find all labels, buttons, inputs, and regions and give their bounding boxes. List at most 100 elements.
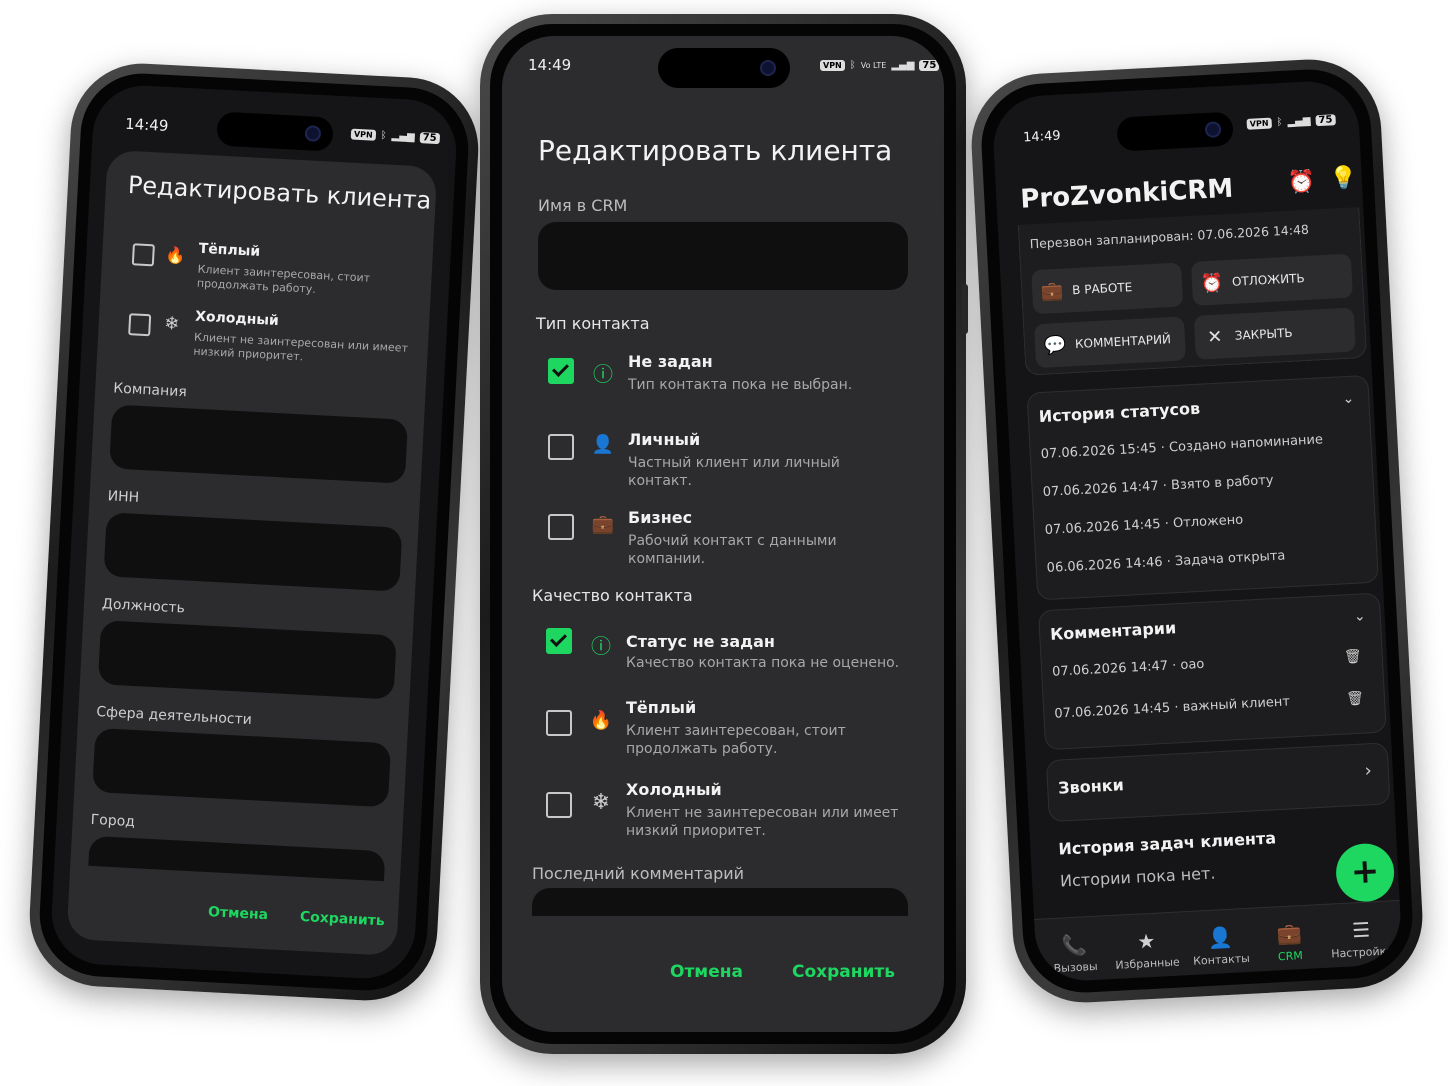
in-work-button[interactable]: 💼 В РАБОТЕ	[1031, 262, 1184, 315]
dialog-title: Редактировать клиента	[538, 134, 893, 167]
person-icon: 👤	[591, 434, 615, 455]
app-title: ProZvonkiCRM	[1019, 173, 1235, 215]
dynamic-island	[216, 111, 334, 152]
history-item: 07.06.2026 14:45 · Отложено	[1044, 512, 1244, 538]
camera-icon	[760, 60, 776, 76]
status-time: 14:49	[124, 114, 169, 135]
comment-button[interactable]: 💬 КОММЕНТАРИЙ	[1033, 316, 1187, 369]
screen-left: 14:49 VPN ᛒ ▂▄▆ 75 Редактировать клиента…	[49, 83, 459, 981]
alarm-icon[interactable]: ⏰	[1287, 169, 1316, 195]
cancel-button[interactable]: Отмена	[670, 962, 743, 982]
quality-warm-label: Тёплый	[626, 698, 697, 717]
trash-icon[interactable]: 🗑	[1344, 649, 1363, 666]
checkbox-quality-unset[interactable]	[546, 628, 572, 654]
save-button[interactable]: Сохранить	[299, 909, 385, 929]
save-button[interactable]: Сохранить	[792, 962, 895, 982]
nav-favorites[interactable]: ★ Избранные	[1111, 927, 1183, 972]
battery-icon: 75	[419, 132, 440, 145]
name-input[interactable]	[538, 222, 908, 290]
star-icon: ★	[1136, 928, 1156, 954]
nav-calls-label: Вызовы	[1053, 959, 1098, 976]
status-icons: VPN ᛒ ▂▄▆ 75	[1246, 114, 1336, 130]
nav-settings[interactable]: ☰ Настройки	[1325, 916, 1399, 961]
dynamic-island	[1116, 111, 1234, 152]
quality-cold-desc: Клиент не заинтересован или имеет низкий…	[626, 805, 899, 840]
camera-icon	[1204, 121, 1222, 139]
volte-icon: Vo LTE	[860, 61, 887, 70]
status-history-card[interactable]: История статусов ⌄ 07.06.2026 15:45 · Со…	[1026, 374, 1379, 601]
snowflake-icon: ❄	[163, 313, 180, 335]
phone-left: 14:49 VPN ᛒ ▂▄▆ 75 Редактировать клиента…	[26, 59, 482, 1005]
status-time: 14:49	[528, 56, 572, 74]
add-fab-button[interactable]: +	[1334, 842, 1396, 904]
trash-icon[interactable]: 🗑	[1346, 691, 1365, 708]
field-label-company: Компания	[112, 380, 188, 401]
history-item: 06.06.2026 14:46 · Задача открыта	[1046, 548, 1286, 576]
task-card: Перезвон запланирован: 07.06.2026 14:48 …	[1017, 207, 1368, 376]
postpone-button[interactable]: ⏰ ОТЛОЖИТЬ	[1190, 253, 1353, 306]
dialog-title: Редактировать клиента	[127, 170, 433, 215]
cancel-button[interactable]: Отмена	[208, 904, 269, 923]
flame-icon: 🔥	[589, 710, 613, 731]
briefcase-icon: 💼	[591, 514, 615, 535]
screen-center: 14:49 VPN ᛒ Vo LTE ▂▄▆ 75 Редактировать …	[502, 36, 944, 1032]
checkbox-type-business[interactable]	[548, 514, 574, 540]
history-item: 07.06.2026 15:45 · Создано напоминание	[1040, 432, 1324, 463]
checkbox-type-personal[interactable]	[548, 434, 574, 460]
person-icon: 👤	[1207, 924, 1234, 950]
checkbox-cold[interactable]	[128, 313, 152, 337]
type-business-desc: Рабочий контакт с данными компании.	[628, 533, 837, 568]
checkbox-type-unset[interactable]	[548, 358, 574, 384]
quality-cold-label: Холодный	[626, 780, 722, 799]
city-input[interactable]	[88, 835, 386, 882]
status-icons: VPN ᛒ ▂▄▆ 75	[350, 128, 440, 145]
nav-calls[interactable]: 📞 Вызовы	[1043, 931, 1107, 975]
company-input[interactable]	[109, 404, 409, 484]
calls-card[interactable]: Звонки ›	[1045, 742, 1391, 823]
last-comment-input[interactable]	[532, 888, 908, 916]
close-label: ЗАКРЫТЬ	[1234, 325, 1293, 343]
nav-contacts[interactable]: 👤 Контакты	[1185, 924, 1257, 969]
checkbox-warm[interactable]	[131, 243, 155, 267]
type-personal-label: Личный	[628, 430, 701, 449]
scheduled-text: Перезвон запланирован: 07.06.2026 14:48	[1029, 221, 1310, 252]
task-history-empty: Истории пока нет.	[1059, 863, 1216, 891]
chevron-down-icon[interactable]: ⌄	[1354, 608, 1367, 625]
lightbulb-icon[interactable]: 💡	[1329, 165, 1358, 191]
chevron-down-icon[interactable]: ⌄	[1342, 391, 1355, 408]
briefcase-icon: 💼	[1276, 921, 1303, 947]
phone-center: 14:49 VPN ᛒ Vo LTE ▂▄▆ 75 Редактировать …	[480, 14, 968, 1054]
comment-item: 07.06.2026 14:45 · важный клиент	[1054, 694, 1291, 722]
position-input[interactable]	[97, 620, 397, 700]
camera-icon	[304, 125, 322, 142]
signal-icon: ▂▄▆	[391, 130, 415, 143]
settings-icon: ☰	[1351, 917, 1371, 943]
field-label-inn: ИНН	[107, 488, 140, 506]
type-unset-desc: Тип контакта пока не выбран.	[628, 377, 853, 393]
calls-title: Звонки	[1057, 775, 1125, 798]
history-item: 07.06.2026 14:47 · Взято в работу	[1042, 472, 1274, 501]
section-contact-type: Тип контакта	[536, 314, 650, 333]
quality-unset-desc: Качество контакта пока не оценено.	[626, 655, 900, 671]
checkbox-quality-cold[interactable]	[546, 792, 572, 818]
industry-input[interactable]	[92, 727, 392, 808]
field-label-industry: Сфера деятельности	[95, 704, 253, 729]
checkbox-quality-warm[interactable]	[546, 710, 572, 736]
field-label-city: Город	[90, 811, 136, 831]
inn-input[interactable]	[103, 512, 403, 592]
option-warm-desc: Клиент заинтересован, стоит продолжать р…	[196, 262, 371, 297]
comments-card[interactable]: Комментарии ⌄ 07.06.2026 14:47 · оао 🗑 0…	[1037, 592, 1387, 751]
chevron-right-icon[interactable]: ›	[1364, 760, 1372, 781]
info-icon: ⓘ	[591, 634, 611, 658]
side-button	[962, 284, 968, 334]
close-task-button[interactable]: ✕ ЗАКРЫТЬ	[1193, 307, 1356, 360]
task-history-title: История задач клиента	[1057, 828, 1277, 859]
type-business-label: Бизнес	[628, 508, 693, 527]
nav-crm[interactable]: 💼 CRM	[1259, 920, 1321, 964]
dynamic-island	[658, 48, 790, 88]
option-warm-label: Тёплый	[198, 240, 261, 260]
flame-icon: 🔥	[164, 244, 186, 266]
status-icons: VPN ᛒ Vo LTE ▂▄▆ 75	[820, 60, 940, 71]
screen-right: 14:49 VPN ᛒ ▂▄▆ 75 ProZvonkiCRM ⏰ 💡 Пере…	[991, 79, 1403, 983]
field-label-last-comment: Последний комментарий	[532, 864, 745, 883]
